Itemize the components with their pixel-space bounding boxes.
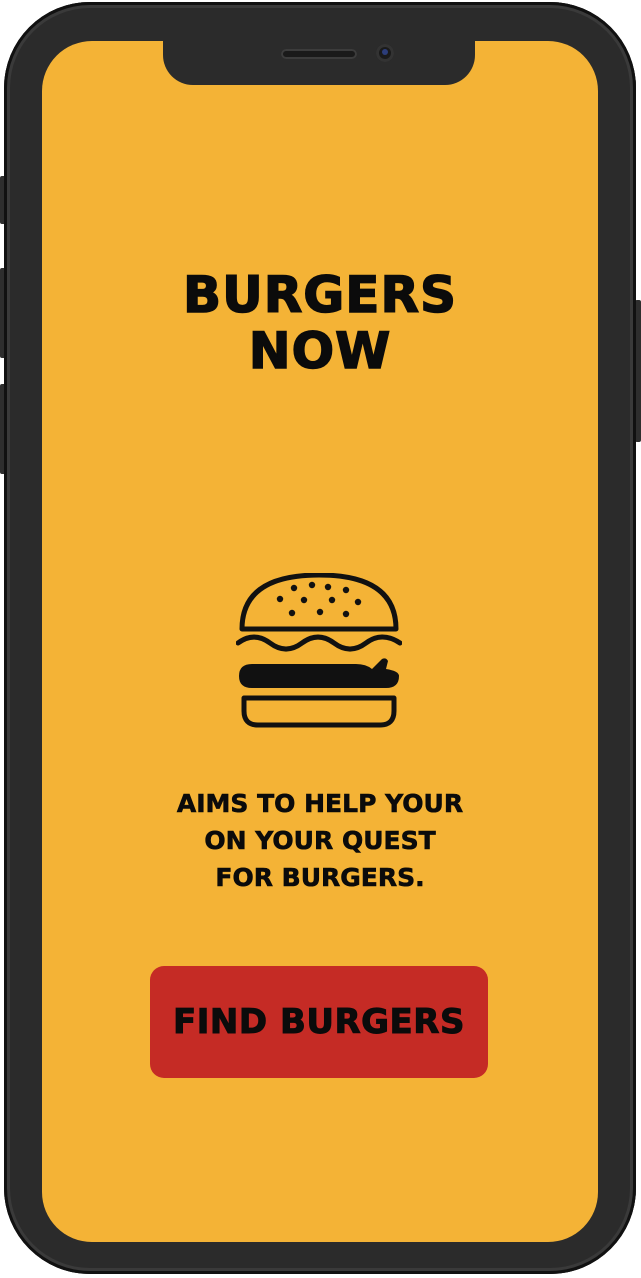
tagline-line-2: ON YOUR QUEST	[204, 826, 436, 856]
find-burgers-button[interactable]: FIND BURGERS	[150, 966, 488, 1078]
camera-icon	[376, 44, 394, 62]
tagline: AIMS TO HELP YOUR ON YOUR QUEST FOR BURG…	[42, 785, 598, 896]
tagline-line-1: AIMS TO HELP YOUR	[176, 789, 464, 819]
app-title-line-1: BURGERS	[182, 266, 457, 324]
app-screen: BURGERS NOW AIMS TO HELP YOUR ON YOUR QU…	[42, 41, 598, 1242]
phone-mockup: BURGERS NOW AIMS TO HELP YOUR ON YOUR QU…	[0, 0, 641, 1278]
notch	[163, 41, 475, 85]
app-title-line-2: NOW	[248, 322, 392, 380]
tagline-line-3: FOR BURGERS.	[215, 863, 425, 893]
speaker-grille	[281, 49, 357, 59]
app-title: BURGERS NOW	[42, 266, 598, 380]
burger-icon	[236, 573, 402, 728]
